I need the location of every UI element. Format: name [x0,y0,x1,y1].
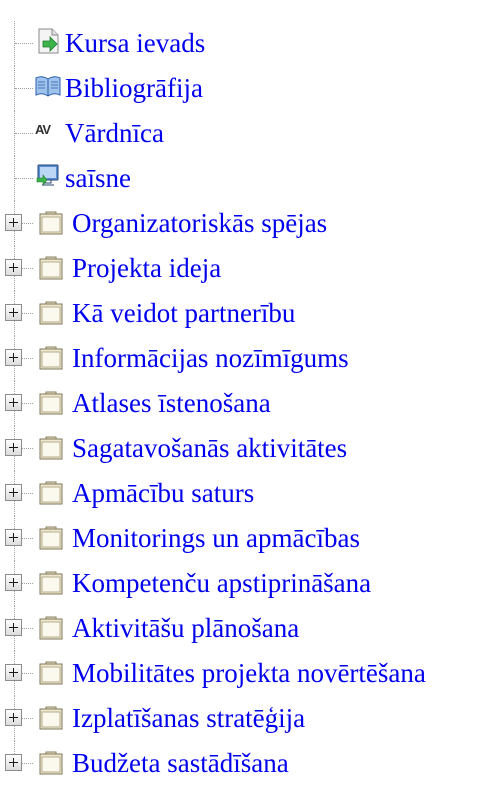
folder-icon [39,436,63,460]
tree-connector [22,268,33,269]
tree-item-label[interactable]: Vārdnīca [65,115,164,151]
folder-icon [39,301,63,325]
expand-plus-icon[interactable] [5,259,22,276]
tree-item-bibliografija[interactable]: Bibliogrāfija [0,66,501,111]
monitor-link-icon [36,164,59,186]
tree-connector [15,88,33,89]
tree-item-label[interactable]: Mobilitātes projekta novērtēšana [72,655,426,691]
tree-item-label[interactable]: Apmācību saturs [72,475,254,511]
expand-plus-icon[interactable] [5,709,22,726]
tree-folder-atlases-istenosana[interactable]: Atlases īstenošana [0,381,501,426]
tree-item-label[interactable]: Monitorings un apmācības [72,520,360,556]
folder-icon [39,706,63,730]
tree-folder-izplatisanas-strategija[interactable]: Izplatīšanas stratēģija [0,696,501,741]
glossary-av-icon: AV [35,122,51,137]
expand-plus-icon[interactable] [5,529,22,546]
tree-folder-monitorings-un-apmacibas[interactable]: Monitorings un apmācības [0,516,501,561]
tree-connector [22,493,33,494]
tree-connector [22,403,33,404]
expand-plus-icon[interactable] [5,304,22,321]
tree-connector [22,223,33,224]
tree-folder-projekta-ideja[interactable]: Projekta ideja [0,246,501,291]
folder-icon [39,346,63,370]
tree-connector [22,448,33,449]
tree-item-label[interactable]: Organizatoriskās spējas [72,205,327,241]
tree-folder-organizatoriskas-spejas[interactable]: Organizatoriskās spējas [0,201,501,246]
tree-item-label[interactable]: Projekta ideja [72,250,221,286]
expand-plus-icon[interactable] [5,394,22,411]
page-arrow-icon [38,28,59,54]
tree-connector [22,313,33,314]
folder-icon [39,661,63,685]
tree-connector [22,718,33,719]
tree-item-label[interactable]: Kompetenču apstiprināšana [72,565,371,601]
tree-item-label[interactable]: Kursa ievads [65,25,205,61]
tree-connector [22,538,33,539]
tree-folder-budzeta-sastadisana[interactable]: Budžeta sastādīšana [0,741,501,786]
expand-plus-icon[interactable] [5,619,22,636]
tree-folder-sagatavosanas-aktivitates[interactable]: Sagatavošanās aktivitātes [0,426,501,471]
open-book-icon [35,76,61,97]
tree-item-label[interactable]: Aktivitāšu plānošana [72,610,299,646]
tree-connector [22,673,33,674]
expand-plus-icon[interactable] [5,574,22,591]
tree-item-saisne[interactable]: saīsne [0,156,501,201]
folder-icon [39,481,63,505]
folder-icon [39,256,63,280]
folder-icon [39,526,63,550]
tree-item-label[interactable]: saīsne [65,160,131,196]
expand-plus-icon[interactable] [5,214,22,231]
tree-connector [22,628,33,629]
tree-connector [15,133,33,134]
tree-item-label[interactable]: Atlases īstenošana [72,385,271,421]
tree-item-label[interactable]: Sagatavošanās aktivitātes [72,430,347,466]
tree-item-kursa-ievads[interactable]: Kursa ievads [0,21,501,66]
expand-plus-icon[interactable] [5,754,22,771]
folder-icon [39,391,63,415]
tree-item-label[interactable]: Kā veidot partnerību [72,295,295,331]
tree-item-label[interactable]: Budžeta sastādīšana [72,745,289,781]
expand-plus-icon[interactable] [5,349,22,366]
tree-item-label[interactable]: Izplatīšanas stratēģija [72,700,305,736]
tree-folder-apmacibu-saturs[interactable]: Apmācību saturs [0,471,501,516]
expand-plus-icon[interactable] [5,484,22,501]
tree-folder-informacijas-nozimigums[interactable]: Informācijas nozīmīgums [0,336,501,381]
tree-item-label[interactable]: Bibliogrāfija [65,70,203,106]
tree-folder-kompetencu-apstiprinasana[interactable]: Kompetenču apstiprināšana [0,561,501,606]
tree-connector [22,583,33,584]
tree-connector [22,763,33,764]
expand-plus-icon[interactable] [5,439,22,456]
folder-icon [39,211,63,235]
folder-icon [39,751,63,775]
tree-item-vardnica[interactable]: AV Vārdnīca [0,111,501,156]
tree-connector [15,43,33,44]
tree-folder-aktivitasu-planosana[interactable]: Aktivitāšu plānošana [0,606,501,651]
expand-plus-icon[interactable] [5,664,22,681]
folder-icon [39,571,63,595]
tree-folder-mobilitates-projekta-novertesana[interactable]: Mobilitātes projekta novērtēšana [0,651,501,696]
tree-connector [22,358,33,359]
course-tree: Kursa ievads Bibliogrāfija AV Vārdnīca s… [0,21,501,786]
folder-icon [39,616,63,640]
tree-folder-ka-veidot-partneribu[interactable]: Kā veidot partnerību [0,291,501,336]
tree-item-label[interactable]: Informācijas nozīmīgums [72,340,349,376]
tree-connector [15,178,33,179]
